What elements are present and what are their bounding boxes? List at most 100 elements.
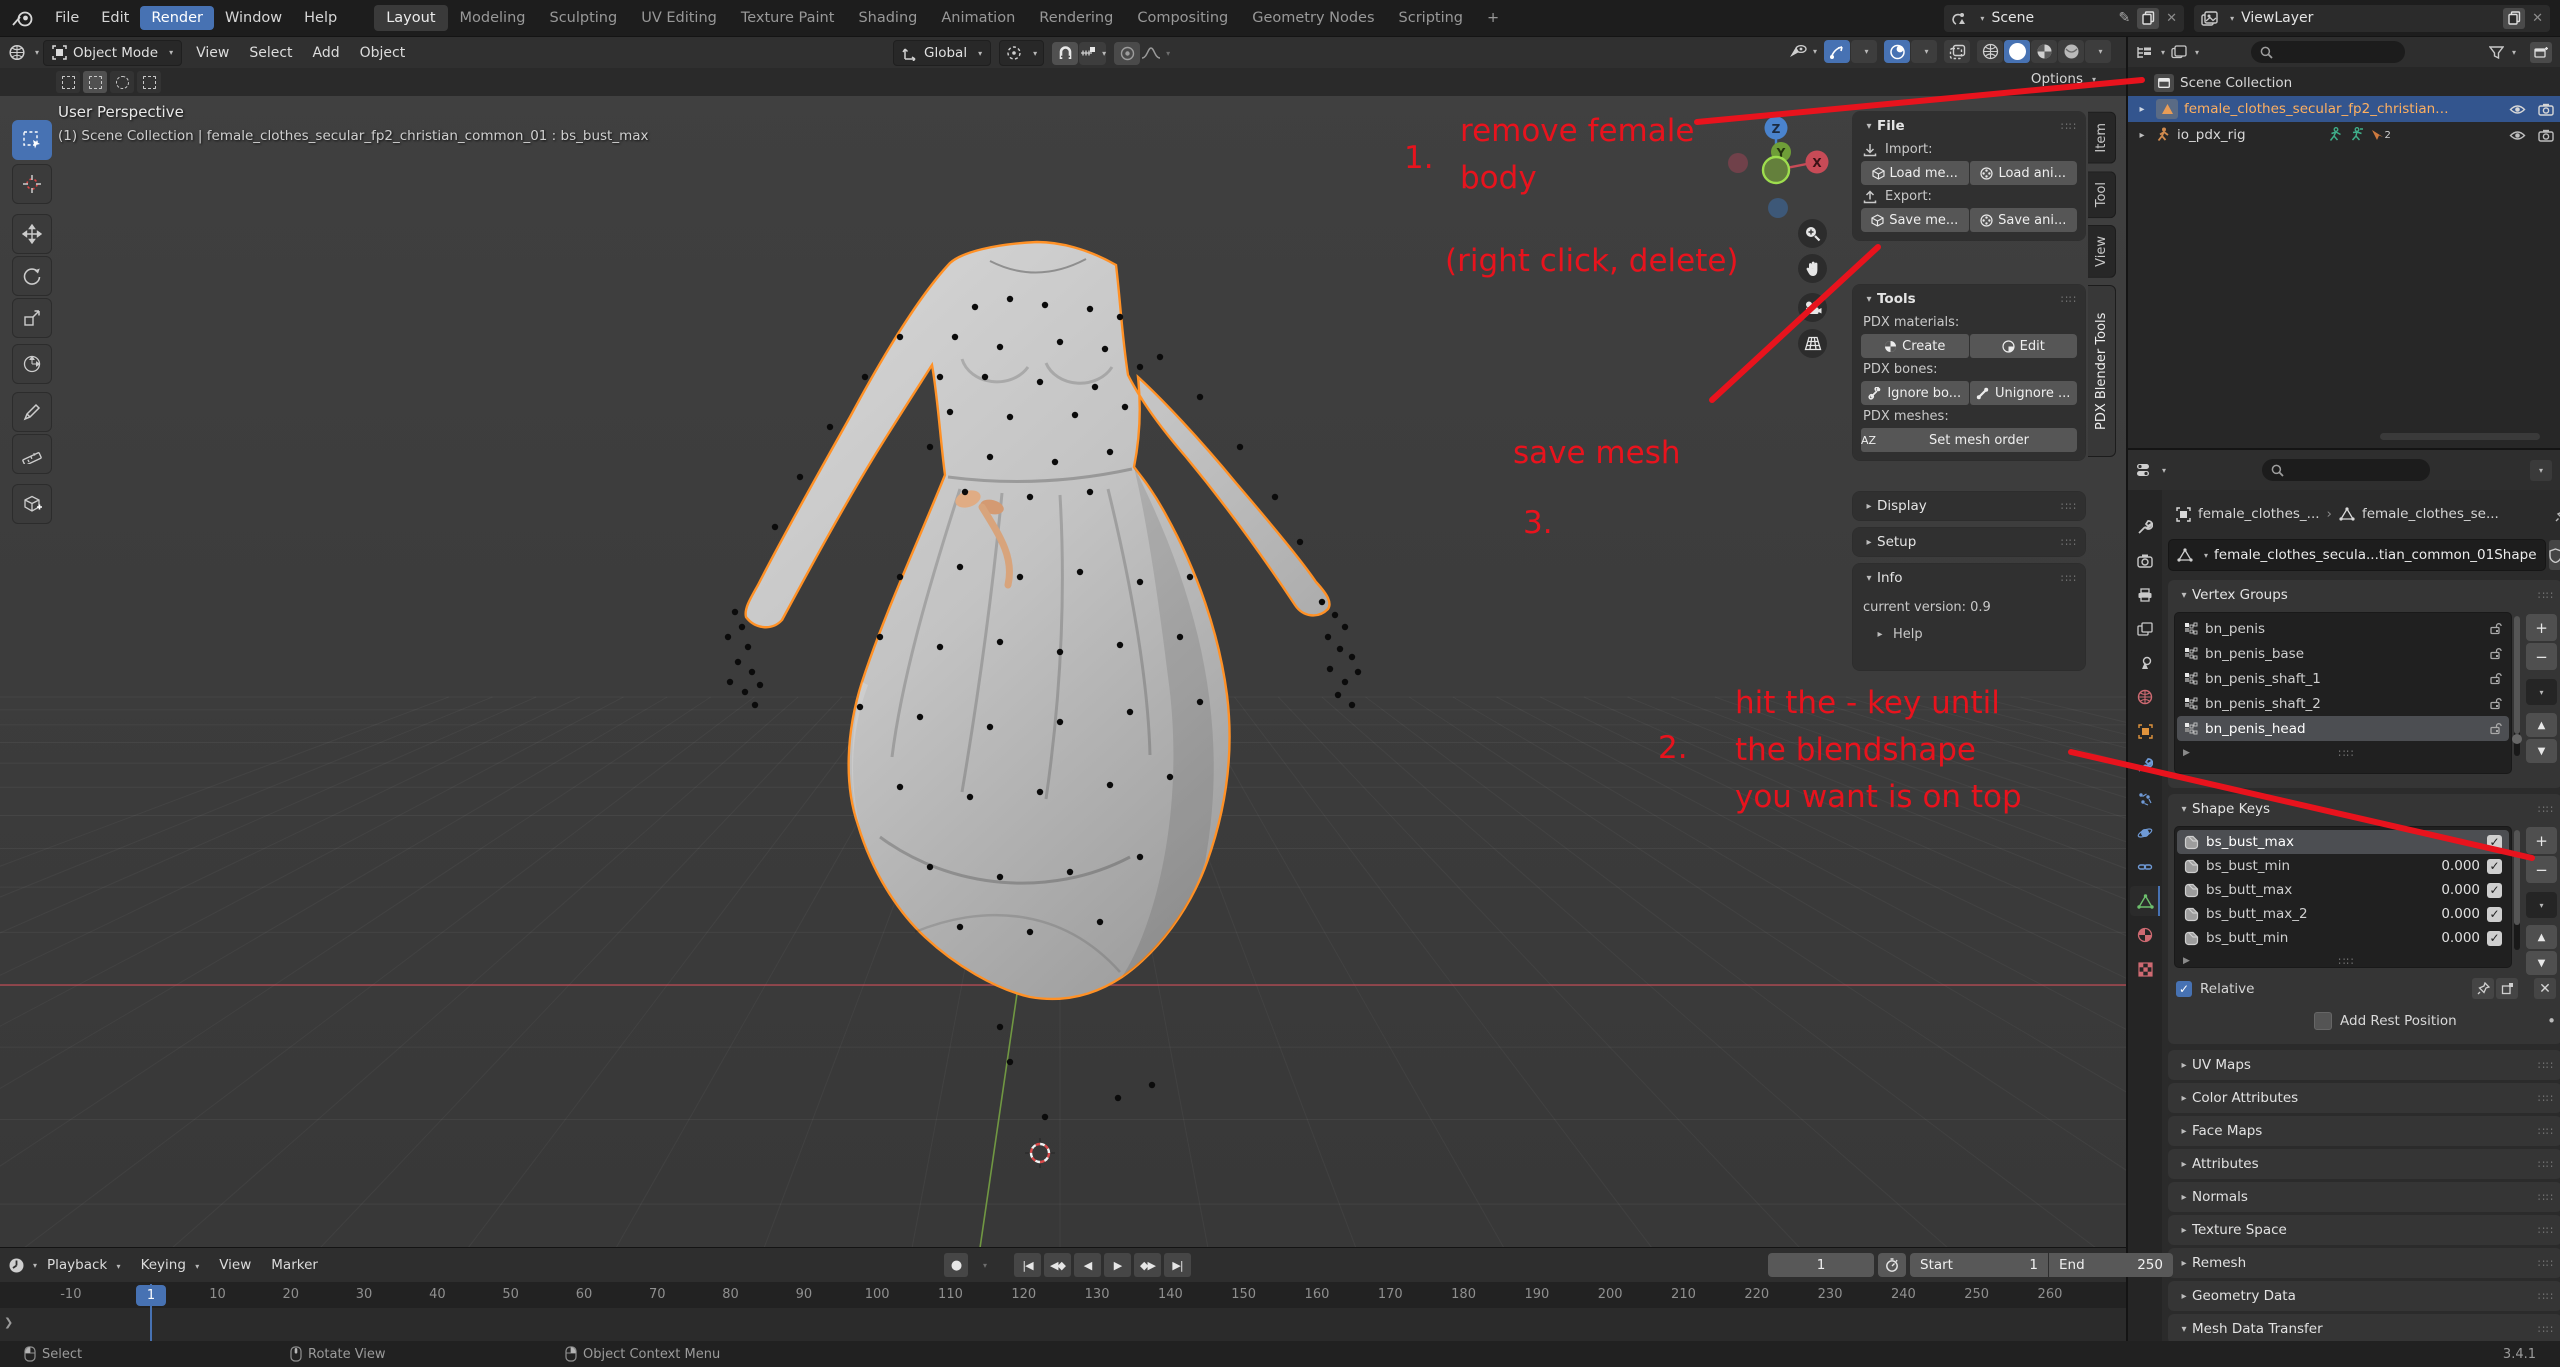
info-panel-header[interactable]: ▾Info∷∷: [1853, 564, 2085, 592]
disable-render-camera-icon[interactable]: [2538, 103, 2554, 116]
panel-remesh[interactable]: ▸Remesh∷∷: [2168, 1248, 2560, 1278]
jump-to-start-button[interactable]: |◀: [1014, 1253, 1041, 1277]
keying-set-dropdown[interactable]: ▾: [971, 1253, 998, 1277]
mode-dropdown[interactable]: Object Mode ▾: [43, 40, 182, 66]
viewlayer-selector[interactable]: ▾ ViewLayer ✕: [2194, 5, 2550, 32]
transform-orientation-dropdown[interactable]: Global ▾: [893, 40, 991, 66]
show-gizmo-toggle[interactable]: [1824, 40, 1850, 63]
snap-toggle[interactable]: [1052, 42, 1078, 65]
add-shape-key-button[interactable]: +: [2526, 827, 2557, 854]
transform-tool-button[interactable]: [12, 344, 52, 384]
panel-uv-maps[interactable]: ▸UV Maps∷∷: [2168, 1050, 2560, 1080]
add-cube-tool-button[interactable]: [12, 484, 52, 524]
lock-icon[interactable]: [2489, 647, 2502, 660]
panel-face-maps[interactable]: ▸Face Maps∷∷: [2168, 1116, 2560, 1146]
workspace-tab-layout[interactable]: Layout: [374, 5, 447, 31]
timeline-expand-arrow[interactable]: ❯: [4, 1316, 13, 1329]
orthographic-toggle-button[interactable]: [1798, 329, 1827, 358]
editor-type-button[interactable]: ▾: [2136, 462, 2166, 478]
properties-tab-object-data[interactable]: [2130, 886, 2160, 916]
measure-tool-button[interactable]: [12, 434, 52, 474]
current-frame-field[interactable]: 1: [1768, 1253, 1874, 1277]
select-mode-circle-button[interactable]: [110, 71, 134, 93]
vertex-group-row[interactable]: bn_penis_base: [2177, 641, 2509, 666]
unlink-scene-icon[interactable]: ✕: [2166, 11, 2177, 26]
shading-wireframe-button[interactable]: [1977, 40, 2003, 63]
move-tool-button[interactable]: [12, 214, 52, 254]
select-mode-box-button[interactable]: [83, 71, 107, 93]
shape-key-enabled-checkbox[interactable]: ✓: [2487, 907, 2502, 922]
sidebar-tab-item[interactable]: Item: [2088, 112, 2116, 164]
shape-key-enabled-checkbox[interactable]: ✓: [2487, 835, 2502, 850]
outliner-search-input[interactable]: [2251, 41, 2405, 63]
shape-key-row[interactable]: bs_butt_min0.000✓: [2177, 926, 2509, 950]
new-scene-icon[interactable]: [2137, 8, 2159, 29]
next-keyframe-button[interactable]: ◆▶: [1134, 1253, 1161, 1277]
load-mesh-button[interactable]: Load me...: [1861, 161, 1969, 185]
gizmo-dropdown[interactable]: ▾: [1851, 40, 1877, 63]
properties-tab-view-layer[interactable]: [2130, 614, 2160, 644]
select-mode-tweak-button[interactable]: [56, 71, 80, 93]
properties-tab-output[interactable]: [2130, 580, 2160, 610]
panel-attributes[interactable]: ▸Attributes∷∷: [2168, 1149, 2560, 1179]
ignore-bones-button[interactable]: Ignore bo...: [1861, 381, 1969, 405]
sidebar-tab-view[interactable]: View: [2088, 225, 2116, 278]
shape-key-edit-mode-button[interactable]: [2496, 978, 2518, 999]
pin-shape-key-button[interactable]: [2472, 978, 2494, 999]
filter-display-button[interactable]: ▾: [2171, 45, 2199, 59]
lock-icon[interactable]: [2489, 722, 2502, 735]
proportional-falloff-button[interactable]: ▾: [1141, 42, 1170, 65]
jump-to-end-button[interactable]: ▶|: [1164, 1253, 1191, 1277]
outliner-scrollbar[interactable]: [2380, 433, 2540, 440]
workspace-tab-sculpting[interactable]: Sculpting: [537, 5, 629, 31]
tools-panel-header[interactable]: ▾Tools∷∷: [1853, 285, 2085, 313]
move-shape-key-down-button[interactable]: ▼: [2526, 951, 2557, 975]
expand-icon[interactable]: ▸: [2134, 130, 2150, 141]
3d-viewport[interactable]: ▾ Object Mode ▾ ViewSelectAddObject Glob…: [0, 37, 2126, 1247]
outliner-filter-button[interactable]: ▾: [2489, 46, 2516, 59]
properties-tab-modifiers[interactable]: [2130, 750, 2160, 780]
list-scrollbar[interactable]: [2514, 616, 2520, 756]
menu-edit[interactable]: Edit: [90, 6, 140, 30]
blender-logo-icon[interactable]: [12, 9, 34, 27]
properties-tab-constraints[interactable]: [2130, 852, 2160, 882]
rig-object-row[interactable]: ▸ io_pdx_rig 2: [2128, 122, 2560, 148]
lock-icon[interactable]: [2489, 697, 2502, 710]
dress-mesh[interactable]: [725, 242, 1361, 1120]
lock-icon[interactable]: [2489, 672, 2502, 685]
lock-icon[interactable]: [2489, 622, 2502, 635]
cursor-tool-button[interactable]: [12, 164, 52, 204]
xray-toggle[interactable]: [1944, 40, 1970, 63]
pin-id-icon[interactable]: [2555, 507, 2560, 522]
expand-filter-icon[interactable]: ▶: [2183, 748, 2190, 758]
animate-property-dot[interactable]: •: [2547, 1012, 2556, 1030]
workspace-tab-animation[interactable]: Animation: [929, 5, 1027, 31]
pan-button[interactable]: [1798, 254, 1827, 283]
new-viewlayer-icon[interactable]: [2503, 8, 2525, 29]
navigation-gizmo[interactable]: Z Y X: [1718, 112, 1838, 232]
move-vertex-group-up-button[interactable]: ▲: [2526, 713, 2557, 737]
disable-render-camera-icon[interactable]: [2538, 129, 2554, 142]
editor-type-button[interactable]: ▾: [8, 44, 39, 61]
shape-key-row[interactable]: bs_bust_max✓: [2177, 830, 2509, 854]
scale-tool-button[interactable]: [12, 298, 52, 338]
vertex-group-specials-button[interactable]: ▾: [2526, 679, 2557, 705]
file-panel-header[interactable]: ▾File∷∷: [1853, 112, 2085, 140]
play-reverse-button[interactable]: ◀: [1074, 1253, 1101, 1277]
timeline-menu-view[interactable]: View: [209, 1257, 261, 1273]
panel-color-attributes[interactable]: ▸Color Attributes∷∷: [2168, 1083, 2560, 1113]
expand-icon[interactable]: ▸: [2134, 104, 2150, 115]
move-shape-key-up-button[interactable]: ▲: [2526, 925, 2557, 949]
properties-options-button[interactable]: ▾: [2530, 460, 2552, 481]
use-preview-range-button[interactable]: [1878, 1253, 1906, 1277]
shape-key-specials-button[interactable]: ▾: [2526, 892, 2557, 918]
properties-tab-particles[interactable]: [2130, 784, 2160, 814]
play-button[interactable]: ▶: [1104, 1253, 1131, 1277]
panel-geometry-data[interactable]: ▸Geometry Data∷∷: [2168, 1281, 2560, 1311]
remove-shape-key-button[interactable]: −: [2526, 856, 2557, 883]
shape-key-row[interactable]: bs_butt_max0.000✓: [2177, 878, 2509, 902]
add-vertex-group-button[interactable]: +: [2526, 614, 2557, 641]
shape-keys-header[interactable]: ▾Shape Keys∷∷: [2168, 794, 2560, 824]
workspace-tab-uv-editing[interactable]: UV Editing: [629, 5, 729, 31]
timeline-menu-keying[interactable]: Keying ▾: [131, 1257, 210, 1273]
